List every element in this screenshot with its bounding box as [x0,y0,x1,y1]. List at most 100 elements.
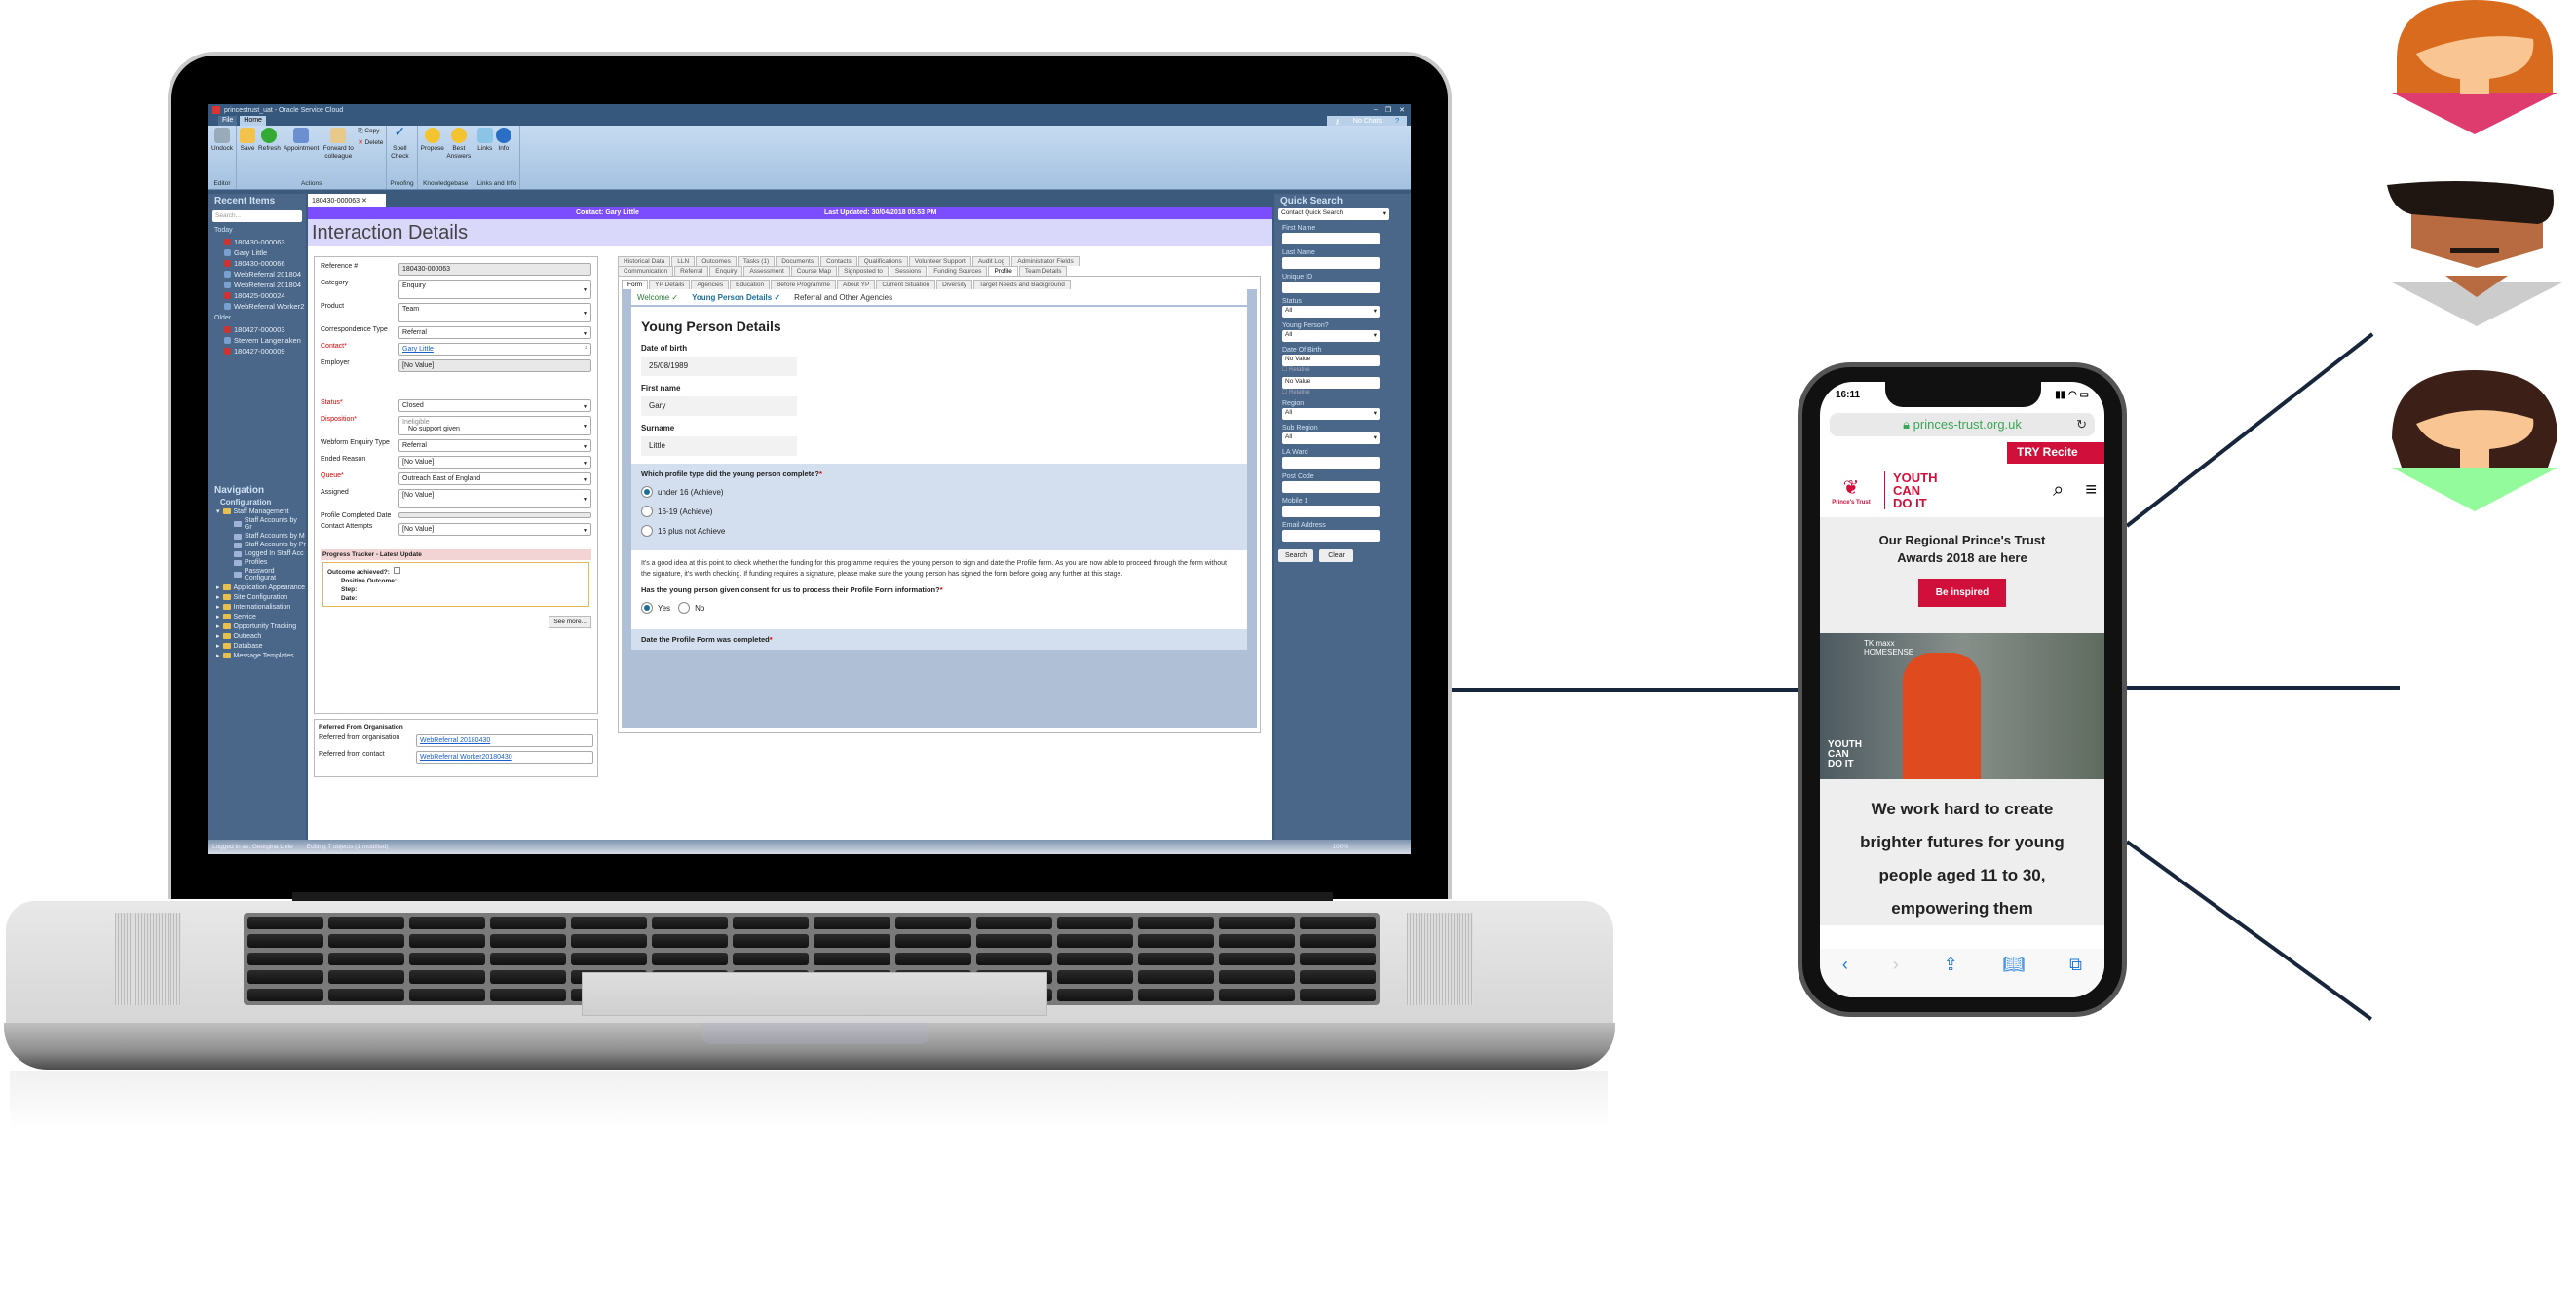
collapsed-arrow-icon[interactable]: ▸ [216,652,220,659]
zoom-level[interactable]: 100% [1332,844,1348,850]
referred-link[interactable]: WebReferral 20180430 [416,734,593,747]
contact-link[interactable]: Gary Little [402,346,434,353]
document-tab[interactable]: 180430-000063 ✕ [308,194,386,207]
bookmarks-icon[interactable]: 📖︎ [2002,955,2025,997]
qs-unique-id-input[interactable] [1282,282,1380,293]
tab-tasks-1-[interactable]: Tasks (1) [737,256,776,266]
relative-checkbox[interactable]: ☐ Relative [1282,389,1411,395]
quick-search-type-select[interactable]: Contact Quick Search ▾ [1278,208,1389,220]
radio-option[interactable]: 16 plus not Achieve [641,525,1237,537]
tab-education[interactable]: Education [730,280,771,289]
tab-team-details[interactable]: Team Details [1018,266,1068,276]
tab-form[interactable]: Form [622,280,649,289]
field-input[interactable]: Referral ▼ [398,439,591,452]
collapsed-arrow-icon[interactable]: ▸ [216,583,220,591]
tab-communication[interactable]: Communication [618,266,674,276]
tab-signposted-to[interactable]: Signposted to [838,266,889,276]
recent-item[interactable]: WebReferral 201804 [208,280,306,290]
tab-enquiry[interactable]: Enquiry [709,266,743,276]
nav-tree-item[interactable]: ▸ Message Templates [208,651,306,660]
recent-item[interactable]: WebReferral 201804 [208,269,306,280]
field-input[interactable]: Outreach East of England ▼ [398,472,591,485]
forward-icon[interactable]: › [1893,955,1899,997]
restore-icon[interactable]: ❐ [1385,106,1391,114]
recent-group-label[interactable]: Today [208,224,306,237]
nav-tree-item[interactable]: Staff Accounts by Gr [208,516,306,532]
tab-administrator-fields[interactable]: Administrator Fields [1011,256,1080,266]
outcome-checkbox[interactable] [393,567,400,574]
recent-item[interactable]: 180430-000066 [208,258,306,269]
nav-tree-item[interactable]: ▸ Application Appearance [208,582,306,592]
chat-status[interactable]: No Chats [1349,117,1385,125]
close-icon[interactable]: ✕ [1399,106,1405,114]
nav-tree-item[interactable]: Staff Accounts by Pr [208,541,306,549]
qs-region-input[interactable]: All ▾ [1282,408,1380,420]
hamburger-menu-icon[interactable]: ≡ [2085,479,2097,502]
referred-link[interactable]: WebReferral Worker20180430 [416,751,593,764]
collapsed-arrow-icon[interactable]: ▸ [216,593,220,601]
tab-home[interactable]: Home [240,116,266,126]
radio-button[interactable] [641,525,653,537]
nav-tree-item[interactable]: ▸ Opportunity Tracking [208,621,306,631]
tab-sessions[interactable]: Sessions [889,266,928,276]
field-input[interactable]: Gary Little ⌕ [398,343,591,356]
wizard-step[interactable]: Welcome ✓ [637,293,678,302]
qs-email-address-input[interactable] [1282,530,1380,542]
nav-tree-item[interactable]: Profiles [208,558,306,567]
tab-contacts[interactable]: Contacts [820,256,857,266]
qs-status-input[interactable]: All ▾ [1282,306,1380,318]
nav-tree-item[interactable]: ▸ Outreach [208,631,306,641]
be-inspired-button[interactable]: Be inspired [1917,579,2007,607]
tab-referral[interactable]: Referral [674,266,709,276]
qs-dob-to-input[interactable]: No Value [1282,377,1380,389]
search-icon[interactable]: ⌕ [585,345,587,351]
field-input[interactable]: Team ▼ [398,303,591,322]
wizard-step[interactable]: Referral and Other Agencies [794,293,892,302]
tab-diversity[interactable]: Diversity [936,280,973,289]
tab-current-situation[interactable]: Current Situation [876,280,936,289]
radio-option[interactable]: Yes [641,602,670,614]
field-input[interactable]: [No Value] ▼ [398,523,591,536]
refresh-button[interactable]: Refresh [258,128,281,153]
first-name-field[interactable]: Gary [641,396,797,416]
tab-historical-data[interactable]: Historical Data [618,256,671,266]
tab-course-map[interactable]: Course Map [790,266,838,276]
save-button[interactable]: Save [240,128,256,153]
nav-tree-item[interactable]: ▸ Service [208,612,306,621]
info-button[interactable]: Info [495,128,511,153]
tab-target-needs-and-background[interactable]: Target Needs and Background [973,280,1071,289]
search-icon[interactable]: ⌕ [2053,479,2064,502]
field-input[interactable]: [No Value] ▼ [398,489,591,508]
nav-tree-item[interactable]: ▾ Staff Management [208,507,306,516]
tab-volunteer-support[interactable]: Volunteer Support [908,256,971,266]
collapsed-arrow-icon[interactable]: ▸ [216,632,220,640]
qs-first-name-input[interactable] [1282,233,1380,244]
tab-outcomes[interactable]: Outcomes [696,256,737,266]
delete-button[interactable]: ✕ Delete [358,138,383,146]
nav-tree-item[interactable]: Staff Accounts by M [208,532,306,541]
princes-trust-logo[interactable]: ❦ Prince's Trust [1828,475,1875,506]
radio-button[interactable] [678,602,691,614]
links-button[interactable]: Links [476,128,493,153]
recent-item[interactable]: 180427-000009 [208,346,306,357]
radio-option[interactable]: under 16 (Achieve) [641,486,1237,498]
recent-item[interactable]: WebReferral Worker2 [208,301,306,312]
field-input[interactable]: [No Value] ▼ [398,456,591,469]
tabs-icon[interactable]: ⧉ [2069,955,2082,997]
surname-field[interactable]: Little [641,436,797,456]
radio-button[interactable] [641,602,653,614]
tab-profile[interactable]: Profile [988,266,1018,276]
qs-la-ward-input[interactable] [1282,457,1380,469]
recent-item[interactable]: Gary Little [208,247,306,258]
dob-field[interactable]: 25/08/1989 [641,357,797,376]
undock-button[interactable]: Undock [211,128,233,153]
nav-tree-item[interactable]: Password Configurat [208,567,306,582]
recent-items-search[interactable]: Search... [212,210,302,222]
forward-button[interactable]: Forward to colleague [322,128,355,161]
try-recite-button[interactable]: TRY Recite [2007,442,2104,464]
qs-mobile-1-input[interactable] [1282,506,1380,517]
tab-file[interactable]: File [218,116,238,126]
field-input[interactable]: Referral ▼ [398,326,591,339]
radio-button[interactable] [641,506,653,517]
field-input[interactable]: Ineligible No support given ▼ [398,416,591,435]
